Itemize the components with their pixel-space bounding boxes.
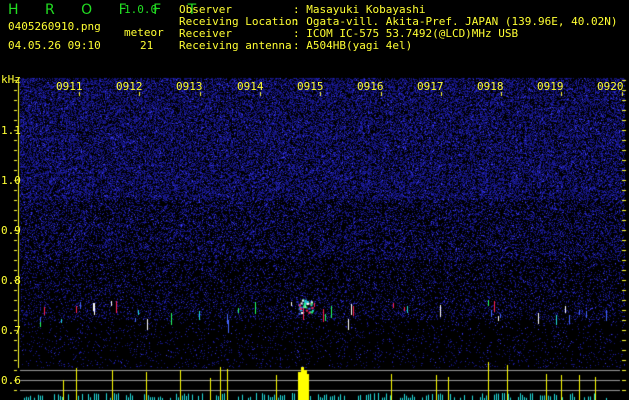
y-tick-label: 0.7	[1, 324, 21, 337]
y-tick-label: 0.6	[1, 374, 21, 387]
file-datetime: 04.05.26 09:10	[8, 39, 101, 52]
app-version: 1.0.0	[124, 3, 158, 16]
y-tick-label: 0.8	[1, 274, 21, 287]
x-tick-label: 0914	[237, 80, 264, 93]
meteor-label: meteor	[124, 26, 164, 39]
x-tick-label: 0913	[176, 80, 203, 93]
x-tick-label: 0912	[116, 80, 143, 93]
y-tick-label: 0.9	[1, 224, 21, 237]
x-tick-label: 0916	[357, 80, 384, 93]
y-tick-label: 1.1	[1, 124, 21, 137]
info-value: : A504HB(yagi 4el)	[293, 39, 413, 52]
x-tick-label: 0911	[56, 80, 83, 93]
y-tick-label: 1.0	[1, 174, 21, 187]
x-tick-label: 0920	[597, 80, 624, 93]
x-tick-label: 0917	[417, 80, 444, 93]
app-logo: H R O F F T	[8, 2, 208, 18]
file-name: 0405260910.png	[8, 20, 101, 33]
spectrogram	[0, 0, 629, 400]
x-tick-label: 0918	[477, 80, 504, 93]
info-label: Receiving antenna	[179, 39, 292, 52]
meteor-count: 21	[140, 39, 154, 52]
x-tick-label: 0915	[297, 80, 324, 93]
x-tick-label: 0919	[537, 80, 564, 93]
y-unit-label: kHz	[1, 73, 21, 86]
